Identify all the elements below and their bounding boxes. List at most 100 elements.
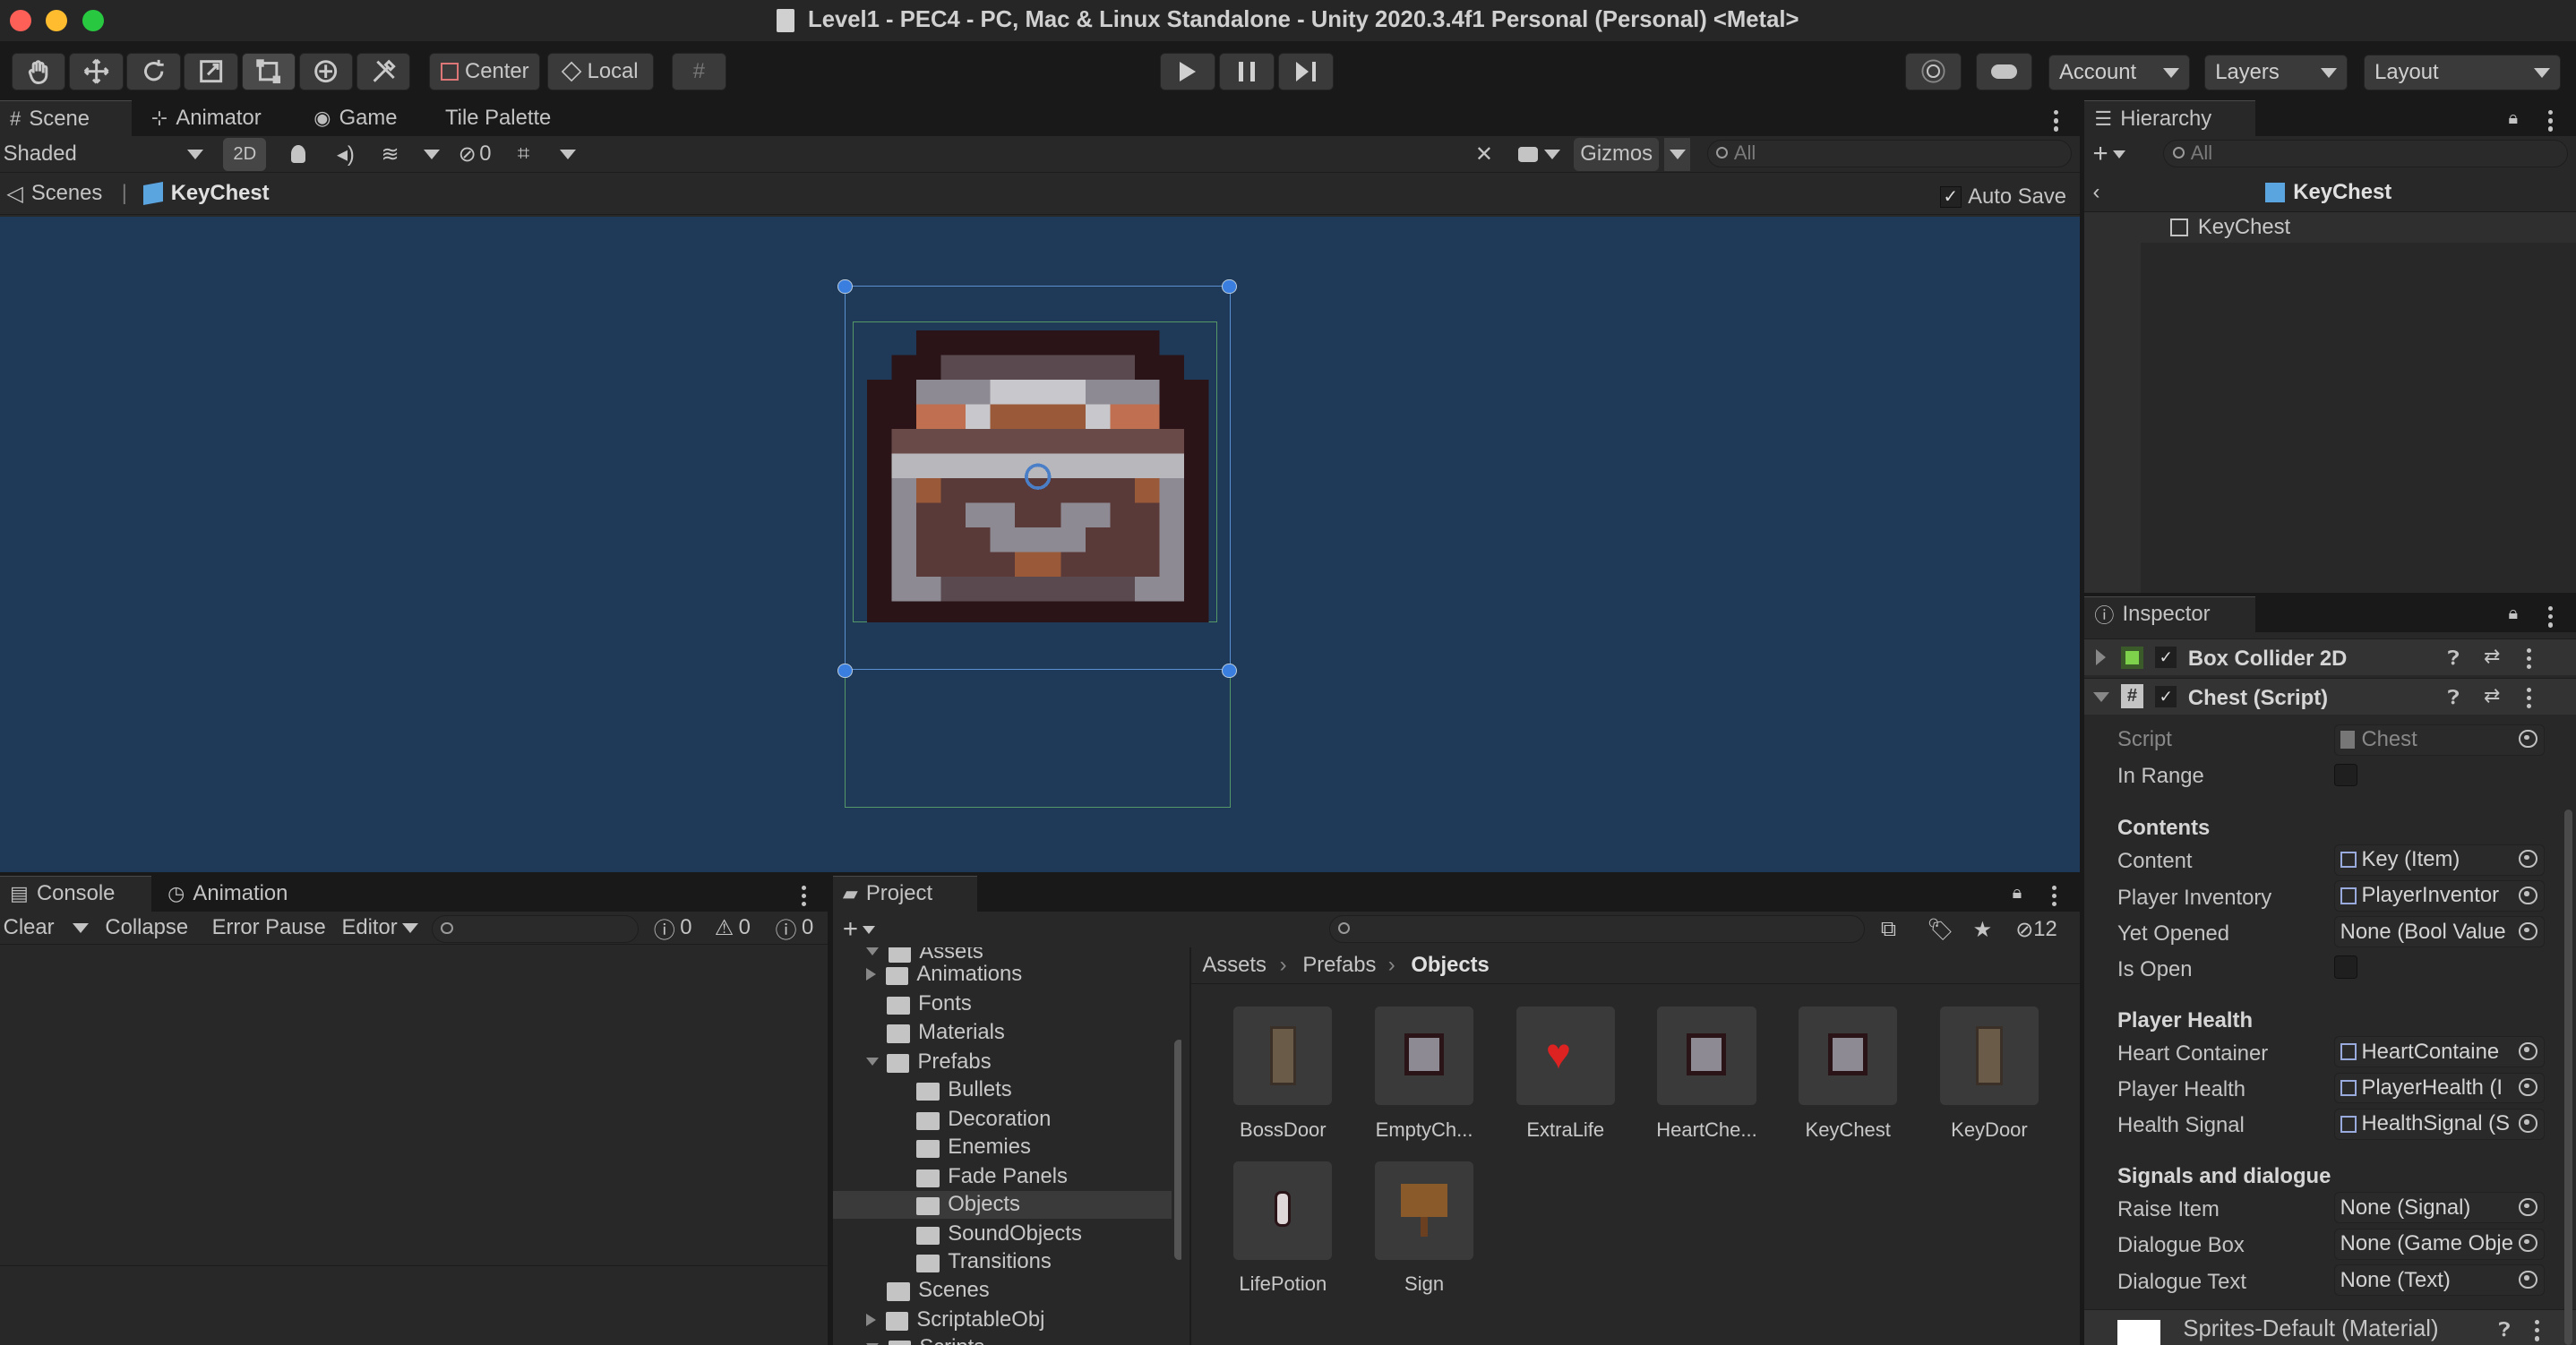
lock-icon[interactable]: 🔒︎	[2013, 877, 2022, 910]
folder-fonts[interactable]: Fonts	[887, 990, 972, 1018]
editor-dropdown[interactable]: Editor	[341, 912, 419, 945]
layout-dropdown[interactable]: Layout	[2364, 54, 2562, 90]
folder-fade-panels[interactable]: Fade Panels	[916, 1162, 1068, 1190]
console-log-area[interactable]	[0, 944, 829, 1266]
grid-snap-button[interactable]: #	[672, 52, 726, 90]
material-header[interactable]: Sprites-Default (Material) ❓︎	[2084, 1308, 2576, 1345]
rect-handle[interactable]	[837, 663, 853, 679]
account-dropdown[interactable]: Account	[2048, 54, 2190, 90]
move-tool-button[interactable]	[69, 52, 124, 90]
key-chest-sprite[interactable]	[867, 330, 1209, 623]
clear-button[interactable]: Clear	[4, 912, 55, 945]
tab-animation[interactable]: ◷ Animation	[158, 876, 297, 912]
create-asset-button[interactable]: +	[843, 913, 876, 947]
component-chest-script[interactable]: # ✓ Chest (Script) ❓︎ ⇄	[2084, 678, 2576, 715]
close-window-button[interactable]	[10, 10, 31, 31]
auto-save-toggle[interactable]: ✓ Auto Save	[1939, 181, 2066, 214]
more-options-icon[interactable]	[2547, 109, 2554, 132]
effects-toggle[interactable]: ≋	[381, 138, 399, 171]
object-picker-icon[interactable]	[2519, 1234, 2537, 1253]
rect-tool-button[interactable]	[241, 52, 296, 90]
component-box-collider[interactable]: ✓ Box Collider 2D ❓︎ ⇄	[2084, 638, 2576, 675]
object-picker-icon[interactable]	[2519, 850, 2537, 869]
component-enabled-checkbox[interactable]: ✓	[2155, 646, 2177, 668]
breadcrumb-scenes[interactable]: ◁ Scenes	[6, 177, 102, 210]
toggle-2d-button[interactable]: 2D	[223, 138, 267, 171]
hand-tool-button[interactable]	[11, 52, 66, 90]
asset-item[interactable]: KeyDoor	[1919, 1007, 2060, 1142]
scene-viewport[interactable]	[0, 217, 2080, 872]
health-signal-field[interactable]: HealthSignal (S	[2334, 1108, 2545, 1140]
more-options-icon[interactable]	[2547, 605, 2554, 628]
object-picker-icon[interactable]	[2519, 921, 2537, 941]
grid-toggle[interactable]: ⌗	[518, 138, 529, 171]
rect-handle[interactable]	[837, 278, 853, 295]
tab-inspector[interactable]: ⓘ Inspector	[2084, 595, 2256, 633]
more-options-icon[interactable]	[2051, 885, 2057, 907]
help-icon[interactable]: ❓︎	[2499, 1318, 2511, 1341]
help-icon[interactable]: ❓︎	[2448, 686, 2460, 709]
hierarchy-search-input[interactable]: All	[2163, 139, 2568, 168]
asset-item[interactable]: Sign	[1353, 1161, 1495, 1297]
tab-project[interactable]: ▰ Project	[832, 875, 978, 912]
step-button[interactable]	[1277, 52, 1335, 90]
dialogue-text-field[interactable]: None (Text)	[2334, 1264, 2545, 1297]
folder-scripts[interactable]: Scripts	[865, 1333, 984, 1345]
folder-materials[interactable]: Materials	[887, 1018, 1005, 1046]
object-picker-icon[interactable]	[2519, 1078, 2537, 1097]
favorites-icon[interactable]: ★	[1973, 913, 1992, 947]
preset-icon[interactable]: ⇄	[2484, 645, 2500, 668]
breadcrumb-prefabs[interactable]: Prefabs	[1302, 949, 1376, 982]
warning-filter-toggle[interactable]: ⚠ 0	[715, 912, 751, 945]
foldout-expanded-icon[interactable]	[2092, 692, 2109, 703]
folder-objects[interactable]: Objects	[832, 1190, 1172, 1219]
player-health-field[interactable]: PlayerHealth (I	[2334, 1072, 2545, 1104]
project-search-input[interactable]	[1328, 914, 1865, 943]
folder-prefabs[interactable]: Prefabs	[865, 1048, 992, 1075]
folder-scriptableobj[interactable]: ScriptableObj	[865, 1306, 1044, 1333]
lock-icon[interactable]: 🔒︎	[2509, 102, 2519, 135]
tab-animator[interactable]: ⊹ Animator	[142, 100, 271, 136]
search-by-type-icon[interactable]: ⧉	[1881, 913, 1896, 947]
rect-handle[interactable]	[1222, 278, 1237, 295]
rotate-tool-button[interactable]	[126, 52, 181, 90]
asset-item[interactable]: BossDoor	[1212, 1007, 1353, 1142]
asset-item[interactable]: EmptyCh...	[1353, 1007, 1495, 1142]
tab-game[interactable]: ◉ Game	[304, 100, 407, 136]
gizmos-dropdown[interactable]	[1663, 138, 1691, 171]
asset-item[interactable]: HeartChe...	[1636, 1007, 1778, 1142]
effects-dropdown[interactable]	[424, 138, 441, 171]
more-options-icon[interactable]	[801, 885, 807, 907]
more-options-icon[interactable]	[2526, 687, 2532, 709]
hierarchy-item-keychest[interactable]: KeyChest	[2140, 211, 2576, 244]
tools-toggle[interactable]: ✕	[1475, 138, 1493, 171]
search-by-label-icon[interactable]: 🏷︎	[1927, 913, 1953, 947]
gizmos-button[interactable]: Gizmos	[1573, 138, 1660, 171]
help-icon[interactable]: ❓︎	[2448, 647, 2460, 670]
is-open-checkbox[interactable]	[2334, 955, 2357, 980]
object-picker-icon[interactable]	[2519, 1041, 2537, 1060]
foldout-collapsed-icon[interactable]	[2096, 649, 2107, 666]
object-picker-icon[interactable]	[2519, 1114, 2537, 1133]
asset-item[interactable]: KeyChest	[1777, 1007, 1919, 1142]
asset-item[interactable]: LifePotion	[1212, 1161, 1353, 1297]
folder-transitions[interactable]: Transitions	[916, 1248, 1052, 1276]
play-button[interactable]	[1159, 52, 1216, 90]
dialogue-box-field[interactable]: None (Game Obje	[2334, 1228, 2545, 1260]
zoom-window-button[interactable]	[82, 10, 104, 31]
folder-decoration[interactable]: Decoration	[916, 1105, 1051, 1133]
inspector-scrollbar[interactable]	[2563, 810, 2573, 1345]
folder-soundobjects[interactable]: SoundObjects	[916, 1221, 1082, 1248]
collapse-button[interactable]: Collapse	[105, 912, 188, 945]
player-inventory-field[interactable]: PlayerInventor	[2334, 880, 2545, 912]
yet-opened-field[interactable]: None (Bool Value	[2334, 916, 2545, 948]
hidden-objects-toggle[interactable]: ⊘ 0	[459, 138, 492, 171]
folder-enemies[interactable]: Enemies	[916, 1133, 1031, 1161]
pause-button[interactable]	[1218, 52, 1275, 90]
pivot-center-button[interactable]: Center	[428, 52, 541, 90]
component-enabled-checkbox[interactable]: ✓	[2155, 685, 2177, 707]
cloud-button[interactable]	[1976, 52, 2032, 90]
content-field[interactable]: Key (Item)	[2334, 844, 2545, 876]
preset-icon[interactable]: ⇄	[2484, 684, 2500, 707]
minimize-window-button[interactable]	[46, 10, 68, 31]
